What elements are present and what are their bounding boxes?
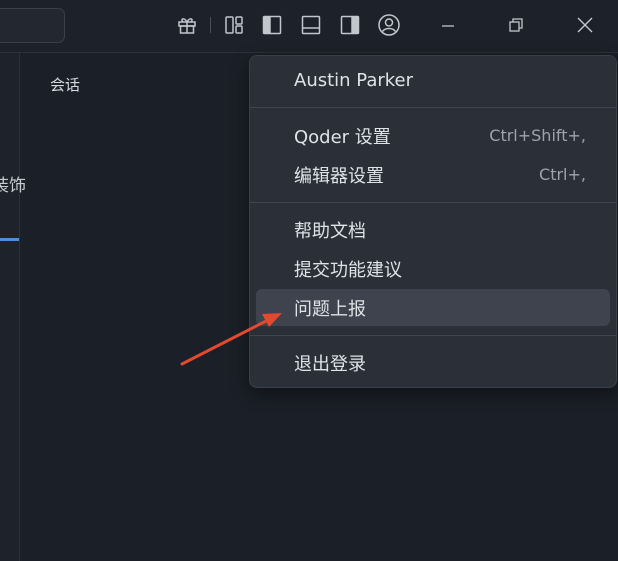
annotation-arrow [180,313,282,366]
